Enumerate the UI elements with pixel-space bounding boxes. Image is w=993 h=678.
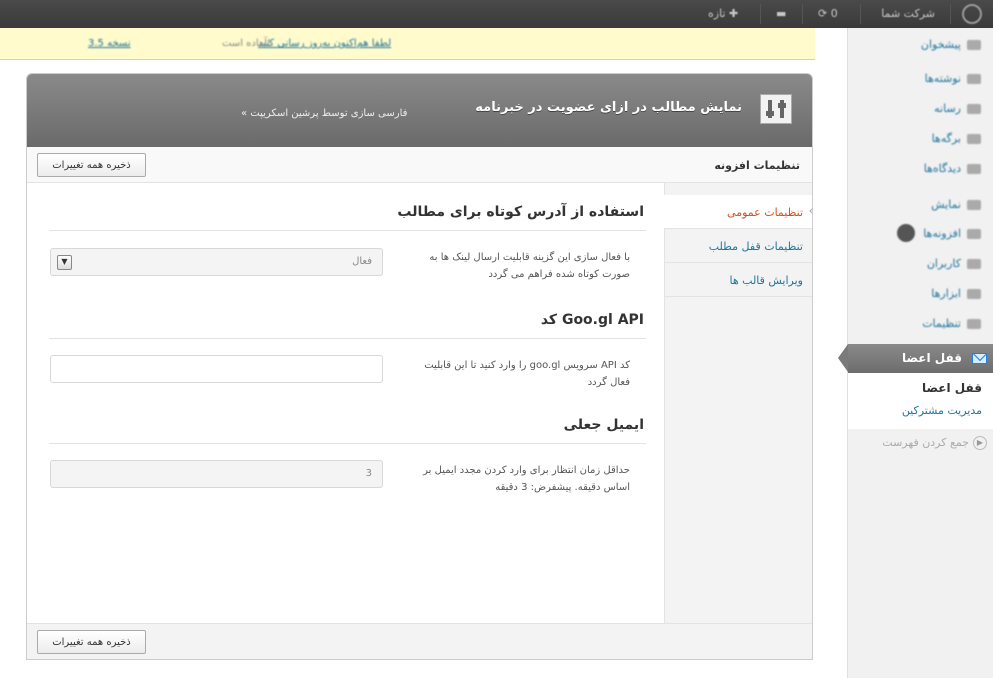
settings-sliders-icon	[760, 94, 792, 124]
menu-item-media[interactable]: رسانه	[934, 102, 981, 115]
short-url-description: با فعال سازی این گزینه قابلیت ارسال لینک…	[429, 252, 630, 280]
menu-item-posts[interactable]: نوشته‌ها	[925, 72, 981, 85]
page-icon	[967, 134, 981, 144]
menu-item-label: نوشته‌ها	[924, 72, 961, 85]
save-all-button-bottom[interactable]: ذخیره همه تغییرات	[37, 630, 146, 654]
admin-bar: شرکت شما ⟳ 0 ▬ تازه ✚	[0, 0, 993, 28]
plugin-count-badge	[897, 224, 916, 242]
panel-subtitle: « فارسی سازی توسط پرشین اسکریپت	[241, 108, 408, 119]
updates-icon: ⟳	[818, 7, 831, 20]
menu-item-pages[interactable]: برگه‌ها	[932, 132, 981, 145]
save-all-button-top[interactable]: ذخیره همه تغییرات	[37, 153, 146, 177]
pin-icon	[967, 74, 981, 84]
section-divider	[49, 230, 646, 231]
dashboard-icon	[967, 40, 981, 50]
menu-item-label: ابزارها	[931, 287, 961, 300]
googl-api-description: کد API سرویس goo.gl را وارد کنید تا این …	[424, 360, 630, 388]
settings-icon	[967, 319, 981, 329]
tools-icon	[967, 289, 981, 299]
appearance-icon	[967, 200, 981, 210]
menu-item-appearance[interactable]: نمایش	[931, 198, 981, 211]
menu-item-label: تنظیمات	[922, 317, 961, 330]
tab-label: تنظیمات قفل مطلب	[708, 240, 803, 253]
active-menu-label: قفل اعضا	[901, 351, 962, 365]
menu-item-members-lock[interactable]: قفل اعضا	[838, 344, 993, 373]
members-lock-submenu: قفل اعضا مدیریت مشترکین	[848, 373, 993, 429]
admin-bar-site-name[interactable]: شرکت شما	[881, 0, 935, 28]
panel-footer: ذخیره همه تغییرات	[27, 623, 812, 659]
tab-edit-templates[interactable]: ویرایش قالب ها	[665, 263, 812, 297]
comment-icon	[967, 164, 981, 174]
tab-post-lock-settings[interactable]: تنظیمات قفل مطلب	[665, 229, 812, 263]
tab-general-settings[interactable]: تنظیمات عمومی	[664, 195, 812, 229]
fake-email-description: حداقل زمان انتظار برای وارد کردن مجدد ای…	[423, 465, 630, 493]
available-text: آماده است!	[222, 38, 272, 49]
plus-icon: ✚	[729, 7, 739, 20]
active-arrow	[838, 344, 848, 372]
settings-panel: نمایش مطالب در ازای عضویت در خبرنامه « ف…	[26, 73, 813, 660]
menu-item-users[interactable]: کاربران	[927, 257, 981, 270]
menu-item-label: نمایش	[931, 198, 961, 211]
googl-api-key-input[interactable]	[50, 355, 383, 383]
updates-count: 0	[830, 7, 838, 20]
panel-header: نمایش مطالب در ازای عضویت در خبرنامه « ف…	[27, 74, 812, 147]
menu-item-label: دیدگاه‌ها	[923, 162, 961, 175]
submenu-manage-subscribers[interactable]: مدیریت مشترکین	[902, 404, 982, 417]
fake-email-wait-value: 3	[365, 468, 372, 479]
section-divider	[49, 443, 646, 444]
admin-bar-new[interactable]: تازه ✚	[708, 0, 738, 28]
admin-bar-divider	[860, 4, 861, 24]
panel-toolbar: تنظیمات افزونه ذخیره همه تغییرات	[27, 147, 812, 183]
update-notice: لطفا هم‌اکنون به‌روز رسانی کنید آماده اس…	[0, 28, 815, 60]
collapse-arrow-icon: ▶	[973, 436, 987, 450]
tab-label: ویرایش قالب ها	[729, 274, 804, 287]
media-icon	[967, 104, 981, 114]
section-title-googl-api: کد Goo.gl API	[540, 312, 644, 328]
admin-bar-divider	[802, 4, 803, 24]
menu-item-label: کاربران	[926, 257, 961, 270]
collapse-menu-label: جمع کردن فهرست	[882, 436, 969, 449]
submenu-members-lock[interactable]: قفل اعضا	[922, 381, 982, 395]
tab-label: تنظیمات عمومی	[727, 206, 803, 219]
admin-bar-updates[interactable]: ⟳ 0	[818, 0, 838, 28]
wordpress-logo-icon[interactable]	[962, 0, 982, 28]
admin-bar-divider	[760, 4, 761, 24]
menu-item-label: برگه‌ها	[931, 132, 961, 145]
menu-item-label: پیشخوان	[920, 38, 961, 51]
chevron-down-icon[interactable]: ▼	[57, 255, 72, 270]
menu-item-comments[interactable]: دیدگاه‌ها	[924, 162, 981, 175]
admin-side-menu: پیشخوان نوشته‌ها رسانه برگه‌ها دیدگاه‌ها…	[838, 28, 993, 678]
comments-icon[interactable]: ▬	[776, 0, 786, 28]
short-url-select[interactable]: فعال ▼	[50, 248, 383, 276]
menu-item-label: افزونه‌ها	[923, 227, 961, 240]
envelope-icon	[972, 353, 987, 364]
settings-tabs: تنظیمات عمومی تنظیمات قفل مطلب ویرایش قا…	[664, 183, 812, 623]
menu-item-label: رسانه	[934, 102, 961, 115]
section-divider	[49, 338, 646, 339]
section-title-fake-email: ایمیل جعلی	[563, 417, 644, 433]
menu-item-plugins[interactable]: افزونه‌ها	[897, 224, 981, 242]
section-title-short-url: استفاده از آدرس کوتاه برای مطالب	[397, 204, 644, 220]
plugin-settings-heading: تنظیمات افزونه	[714, 159, 800, 172]
collapse-menu-button[interactable]: جمع کردن فهرست ▶	[882, 436, 987, 452]
update-now-link[interactable]: لطفا هم‌اکنون به‌روز رسانی کنید	[258, 38, 391, 49]
version-link[interactable]: نسخه 3.5	[88, 38, 131, 49]
short-url-selected-value: فعال	[352, 256, 372, 267]
menu-item-settings[interactable]: تنظیمات	[922, 317, 981, 330]
plugin-icon	[967, 229, 981, 239]
menu-item-tools[interactable]: ابزارها	[931, 287, 981, 300]
fake-email-wait-input[interactable]: 3	[50, 460, 383, 488]
menu-item-dashboard[interactable]: پیشخوان	[921, 38, 981, 51]
new-label: تازه	[708, 7, 726, 20]
admin-bar-divider	[950, 4, 951, 24]
users-icon	[967, 259, 981, 269]
panel-title: نمایش مطالب در ازای عضویت در خبرنامه	[475, 100, 742, 115]
